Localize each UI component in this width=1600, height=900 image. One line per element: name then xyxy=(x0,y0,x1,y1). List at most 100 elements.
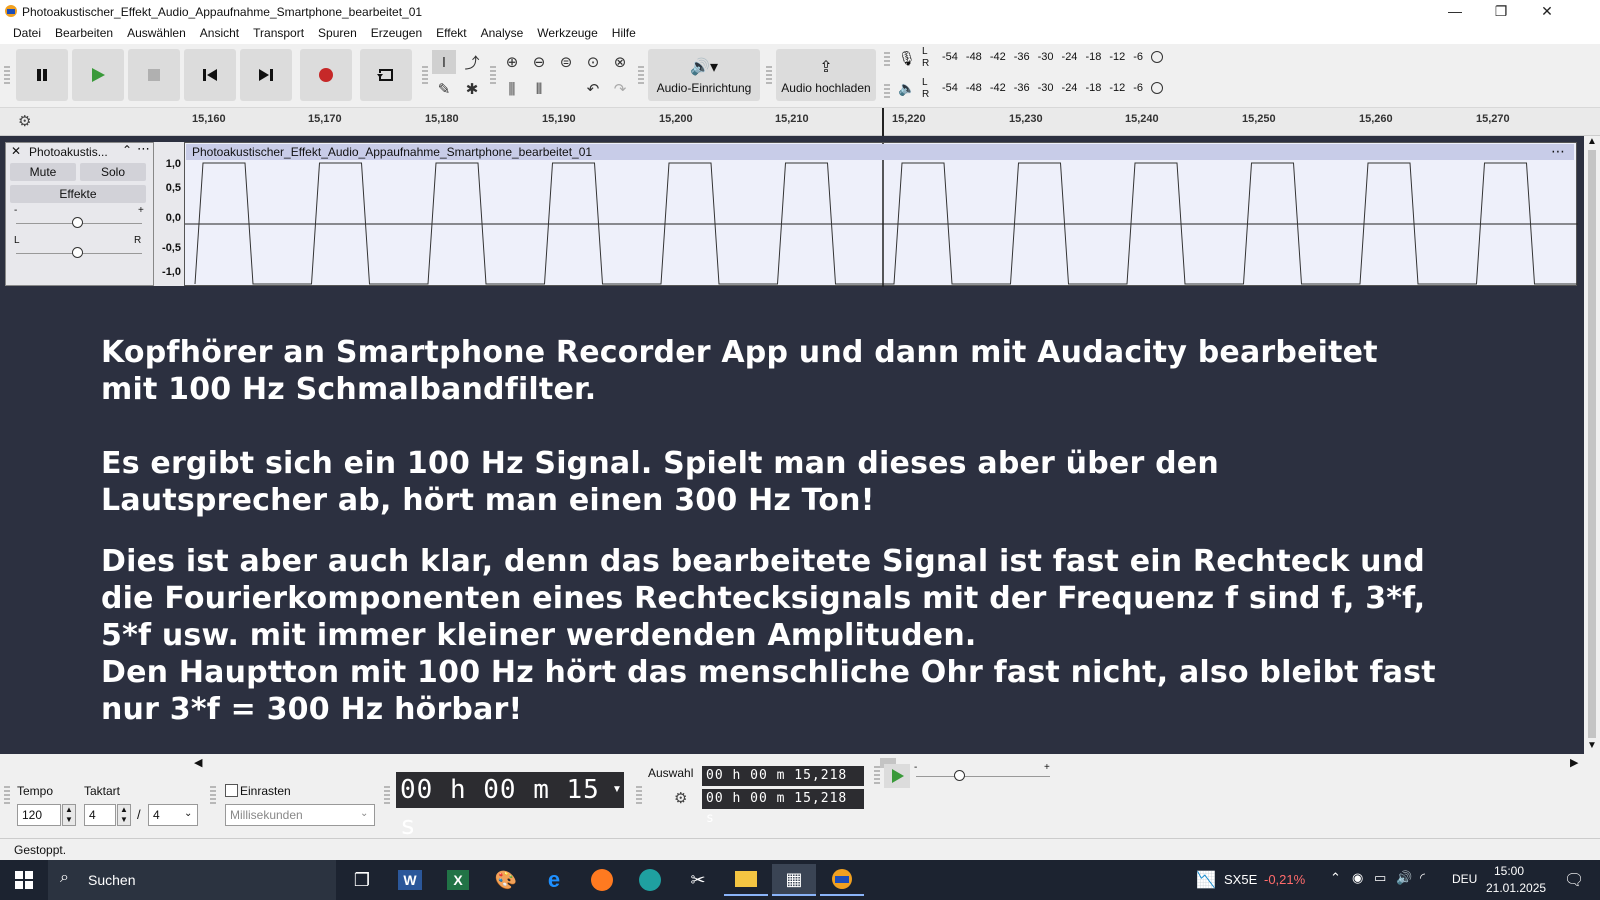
close-track-icon[interactable]: ✕ xyxy=(11,144,21,158)
waveform-clip[interactable] xyxy=(184,142,1578,287)
collapse-track-icon[interactable]: ⌃ xyxy=(122,143,132,157)
audio-setup-button[interactable]: 🔊▾ Audio-Einrichtung xyxy=(648,49,760,101)
gallery-app-button[interactable]: ▦ xyxy=(772,864,816,896)
loop-button[interactable] xyxy=(360,49,412,101)
toolbar-grip[interactable] xyxy=(422,66,428,84)
fit-project-button[interactable]: ⊙ xyxy=(581,50,605,74)
skip-end-button[interactable] xyxy=(240,49,292,101)
toolbar-grip[interactable] xyxy=(636,786,642,804)
excel-app-button[interactable]: X xyxy=(436,864,480,896)
multi-tool-button[interactable]: ✱ xyxy=(460,77,484,101)
menu-effekt[interactable]: Effekt xyxy=(429,24,473,44)
word-app-button[interactable]: W xyxy=(388,864,432,896)
menu-hilfe[interactable]: Hilfe xyxy=(605,24,643,44)
chevron-up-icon[interactable]: ⌃ xyxy=(1330,870,1341,886)
menu-transport[interactable]: Transport xyxy=(246,24,311,44)
snipping-tool-button[interactable]: ✂ xyxy=(676,864,720,896)
battery-icon[interactable]: ▭ xyxy=(1374,870,1386,886)
minimize-button[interactable]: — xyxy=(1432,0,1478,24)
speed-slider-track[interactable] xyxy=(916,776,1050,777)
effects-button[interactable]: Effekte xyxy=(10,185,146,203)
tempo-spinner[interactable]: ▲ ▼ xyxy=(62,804,76,826)
selection-tool-button[interactable]: I xyxy=(432,50,456,74)
speed-slider-thumb[interactable] xyxy=(954,770,965,781)
input-language[interactable]: DEU xyxy=(1452,872,1477,886)
toolbar-grip[interactable] xyxy=(884,84,890,98)
trim-button[interactable]: ⫼ xyxy=(500,77,524,101)
webcam-icon[interactable]: ◉ xyxy=(1352,870,1363,886)
stop-button[interactable] xyxy=(128,49,180,101)
playback-meter[interactable]: -54 -48 -42 -36 -30 -24 -18 -12 -6 xyxy=(942,78,1171,98)
firefox-button[interactable] xyxy=(580,864,624,896)
gain-slider-thumb[interactable] xyxy=(72,217,83,228)
clip-menu-icon[interactable]: ⋯ xyxy=(1551,143,1565,160)
audacity-taskbar-button[interactable] xyxy=(820,864,864,896)
time-signature-top-input[interactable]: 4 xyxy=(84,804,116,826)
file-explorer-button[interactable] xyxy=(724,864,768,896)
time-signature-spinner[interactable]: ▲ ▼ xyxy=(117,804,131,826)
gear-icon[interactable]: ⚙ xyxy=(18,112,31,130)
menu-auswaehlen[interactable]: Auswählen xyxy=(120,24,193,44)
draw-tool-button[interactable]: ✎ xyxy=(432,77,456,101)
skip-start-button[interactable] xyxy=(184,49,236,101)
playback-level-knob[interactable] xyxy=(1151,82,1164,94)
internet-explorer-button[interactable]: e xyxy=(532,864,576,896)
toolbar-grip[interactable] xyxy=(884,52,890,66)
vertical-scroll-thumb[interactable] xyxy=(1588,150,1596,738)
toolbar-grip[interactable] xyxy=(384,786,390,804)
timeline-ruler[interactable]: ⚙ 15,160 15,170 15,180 15,190 15,200 15,… xyxy=(0,108,1600,136)
play-button[interactable] xyxy=(72,49,124,101)
record-button[interactable] xyxy=(300,49,352,101)
snap-unit-select[interactable]: Millisekunden xyxy=(225,804,375,826)
selection-end-display[interactable]: 00 h 00 m 15,218 s xyxy=(702,789,864,826)
pause-button[interactable] xyxy=(16,49,68,101)
track-name[interactable]: Photoakustis... xyxy=(29,145,108,159)
redo-button[interactable]: ↷ xyxy=(608,77,632,101)
scroll-left-icon[interactable]: ◀ xyxy=(194,756,202,769)
selection-start-display[interactable]: 00 h 00 m 15,218 s xyxy=(702,766,864,803)
time-format-chevron-icon[interactable]: ▼ xyxy=(612,784,622,795)
clock-date[interactable]: 21.01.2025 xyxy=(1486,881,1546,895)
wifi-icon[interactable]: ◜ xyxy=(1420,870,1425,886)
clock-time[interactable]: 15:00 xyxy=(1494,864,1524,878)
tempo-input[interactable]: 120 xyxy=(17,804,61,826)
zoom-toggle-button[interactable]: ⊗ xyxy=(608,50,632,74)
taskbar-search-box[interactable]: ⌕ Suchen xyxy=(48,860,336,900)
toolbar-grip[interactable] xyxy=(874,766,880,784)
vertical-scrollbar[interactable]: ▲ ▼ xyxy=(1584,136,1600,754)
solo-button[interactable]: Solo xyxy=(80,163,146,181)
paint-app-button[interactable]: 🎨 xyxy=(484,864,528,896)
envelope-tool-button[interactable]: ⤴ xyxy=(460,50,484,74)
silence-button[interactable]: ⫴ xyxy=(527,77,551,101)
restore-button[interactable]: ❐ xyxy=(1478,0,1524,24)
toolbar-grip[interactable] xyxy=(766,66,772,84)
scroll-right-icon[interactable]: ▶ xyxy=(1570,756,1578,769)
menu-werkzeuge[interactable]: Werkzeuge xyxy=(530,24,604,44)
undo-button[interactable]: ↶ xyxy=(581,77,605,101)
audio-upload-button[interactable]: ⇪ Audio hochladen xyxy=(776,49,876,101)
mute-button[interactable]: Mute xyxy=(10,163,76,181)
pan-slider-thumb[interactable] xyxy=(72,247,83,258)
menu-analyse[interactable]: Analyse xyxy=(474,24,531,44)
task-view-button[interactable]: ❐ xyxy=(340,864,384,896)
scroll-up-icon[interactable]: ▲ xyxy=(1587,136,1597,147)
notification-icon[interactable]: 🗨 xyxy=(1564,870,1584,890)
fit-selection-button[interactable]: ⊜ xyxy=(554,50,578,74)
stock-ticker[interactable]: SX5E xyxy=(1224,872,1257,887)
record-level-knob[interactable] xyxy=(1151,51,1164,63)
snap-checkbox[interactable] xyxy=(225,784,238,797)
zoom-out-button[interactable]: ⊖ xyxy=(527,50,551,74)
toolbar-grip[interactable] xyxy=(4,66,10,84)
edge-button[interactable] xyxy=(628,864,672,896)
record-meter[interactable]: -54 -48 -42 -36 -30 -24 -18 -12 -6 xyxy=(942,47,1171,67)
selection-settings-gear-icon[interactable]: ⚙ xyxy=(674,789,687,807)
toolbar-grip[interactable] xyxy=(4,786,10,804)
track-menu-icon[interactable]: ⋯ xyxy=(137,141,150,157)
menu-bearbeiten[interactable]: Bearbeiten xyxy=(48,24,120,44)
scroll-down-icon[interactable]: ▼ xyxy=(1587,740,1597,751)
menu-spuren[interactable]: Spuren xyxy=(311,24,364,44)
play-at-speed-button[interactable] xyxy=(884,764,910,788)
menu-erzeugen[interactable]: Erzeugen xyxy=(364,24,429,44)
volume-icon[interactable]: 🔊 xyxy=(1396,870,1412,886)
toolbar-grip[interactable] xyxy=(638,66,644,84)
